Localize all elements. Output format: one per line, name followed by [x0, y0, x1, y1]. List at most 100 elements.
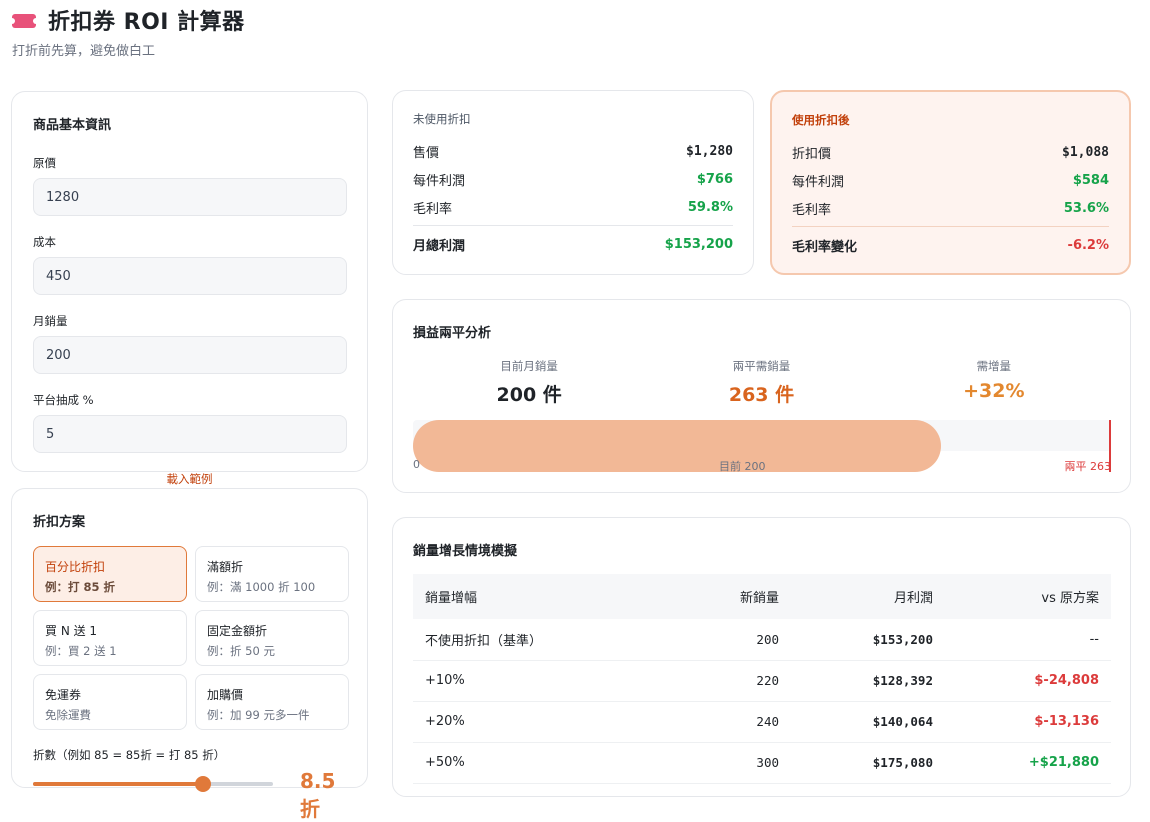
- stat-current-sales: 目前月銷量 200 件: [413, 358, 645, 407]
- row-value: -6.2%: [1067, 237, 1109, 253]
- cost-input[interactable]: [33, 257, 347, 295]
- diff-cell: --: [945, 619, 1111, 661]
- plan-option-name: 買 N 送 1: [45, 624, 98, 638]
- after-row-unit-profit: 每件利潤 $584: [792, 166, 1109, 194]
- table-row: +20% 240 $140,064 $-13,136: [413, 701, 1111, 743]
- monthly-sales-label: 月銷量: [33, 314, 68, 328]
- product-info-title: 商品基本資訊: [33, 118, 112, 133]
- row-value: $153,200: [664, 236, 733, 252]
- slider-value: 8.5 折: [300, 769, 336, 821]
- cost-label: 成本: [33, 235, 56, 249]
- profit-cell: $128,392: [791, 660, 945, 702]
- column-header: 銷量增幅: [413, 574, 663, 619]
- scenario-card: 銷量增長情境模擬 銷量增幅 新銷量 月利潤 vs 原方案 不使用折扣（基準） 2…: [392, 517, 1131, 797]
- table-row: +10% 220 $128,392 $-24,808: [413, 660, 1111, 702]
- divider: [413, 225, 733, 226]
- breakeven-card: 損益兩平分析 目前月銷量 200 件 兩平需銷量 263 件 需增量 +32% …: [392, 299, 1131, 493]
- discount-slider[interactable]: 8.5 折: [33, 769, 346, 821]
- plan-option-name: 免運券: [45, 688, 82, 702]
- column-header: 月利潤: [791, 574, 945, 619]
- plan-option-name: 固定金額折: [207, 624, 268, 638]
- column-header: 新銷量: [663, 574, 791, 619]
- breakeven-stats: 目前月銷量 200 件 兩平需銷量 263 件 需增量 +32%: [413, 358, 1110, 407]
- row-label: 折扣價: [792, 146, 832, 162]
- profit-cell: $153,200: [791, 619, 945, 661]
- plan-option-desc: 例：折 50 元: [207, 644, 275, 658]
- breakeven-progress-bar: 0 目前 200 兩平 263: [413, 420, 1112, 473]
- slider-fill: [33, 782, 203, 786]
- plan-option-name: 滿額折: [207, 560, 244, 574]
- stat-value: +32%: [963, 380, 1025, 402]
- row-value: $766: [696, 171, 733, 187]
- plan-option-desc: 免除運費: [45, 708, 91, 722]
- after-row-margin-change: 毛利率變化 -6.2%: [792, 231, 1109, 259]
- plan-option-threshold[interactable]: 滿額折 例：滿 1000 折 100: [195, 546, 349, 602]
- original-price-label: 原價: [33, 156, 56, 170]
- page-subtitle: 打折前先算，避免做白工: [12, 44, 156, 59]
- discount-rate-label: 折數（例如 85 = 85折 = 打 85 折）: [33, 748, 226, 762]
- column-header: vs 原方案: [945, 574, 1111, 619]
- page-header: 折扣券 ROI 計算器 打折前先算，避免做白工: [9, 4, 245, 59]
- stat-caption: 需增量: [976, 359, 1012, 373]
- plan-option-buy-n-get-1[interactable]: 買 N 送 1 例：買 2 送 1: [33, 610, 187, 666]
- ticket-icon: [9, 14, 39, 28]
- plan-option-fixed-amount[interactable]: 固定金額折 例：折 50 元: [195, 610, 349, 666]
- stat-value: 263 件: [728, 384, 795, 406]
- scenario-title: 銷量增長情境模擬: [413, 544, 518, 559]
- diff-cell: $-13,136: [945, 701, 1111, 743]
- qty-cell: 200: [663, 619, 791, 661]
- progress-fill: [413, 420, 941, 472]
- title-row: 折扣券 ROI 計算器: [9, 4, 245, 36]
- discount-plan-card: 折扣方案 百分比折扣 例：打 85 折 滿額折 例：滿 1000 折 100 買…: [11, 488, 368, 821]
- row-label: 售價: [413, 145, 440, 161]
- plan-option-desc: 例：打 85 折: [45, 580, 116, 594]
- platform-fee-label: 平台抽成 %: [33, 393, 94, 407]
- breakeven-title: 損益兩平分析: [413, 326, 492, 341]
- plan-option-desc: 例：買 2 送 1: [45, 644, 117, 658]
- monthly-sales-input[interactable]: [33, 336, 347, 374]
- before-row-total: 月總利潤 $153,200: [413, 230, 733, 258]
- original-price-input[interactable]: [33, 178, 347, 216]
- row-value: 53.6%: [1063, 200, 1109, 216]
- discount-plan-title: 折扣方案: [33, 515, 86, 530]
- diff-cell: +$21,880: [945, 742, 1111, 784]
- page-title: 折扣券 ROI 計算器: [48, 10, 245, 35]
- plan-option-percentage[interactable]: 百分比折扣 例：打 85 折: [33, 546, 187, 602]
- slider-thumb[interactable]: [195, 776, 211, 792]
- stat-breakeven-sales: 兩平需銷量 263 件: [645, 358, 877, 407]
- plan-option-free-shipping[interactable]: 免運券 免除運費: [33, 674, 187, 730]
- profit-cell: $175,080: [791, 742, 945, 784]
- before-discount-heading: 未使用折扣: [413, 112, 471, 126]
- after-discount-heading: 使用折扣後: [792, 113, 850, 127]
- plan-option-name: 百分比折扣: [45, 560, 106, 574]
- progress-start-label: 0: [413, 458, 420, 471]
- stat-caption: 兩平需銷量: [732, 359, 791, 373]
- progress-end-label: 兩平 263: [1064, 460, 1112, 473]
- row-value: 59.8%: [687, 199, 733, 215]
- before-row-price: 售價 $1,280: [413, 137, 733, 165]
- before-discount-card: 未使用折扣 售價 $1,280 每件利潤 $766 毛利率 59.8% 月總利潤…: [392, 90, 754, 275]
- plan-option-desc: 例：加 99 元多一件: [207, 708, 310, 722]
- after-row-margin: 毛利率 53.6%: [792, 194, 1109, 222]
- growth-cell: 不使用折扣（基準）: [413, 619, 663, 661]
- stat-value: 200 件: [496, 384, 562, 406]
- platform-fee-input[interactable]: [33, 415, 347, 453]
- table-row: 不使用折扣（基準） 200 $153,200 --: [413, 619, 1111, 661]
- plan-options-grid: 百分比折扣 例：打 85 折 滿額折 例：滿 1000 折 100 買 N 送 …: [33, 546, 349, 730]
- progress-current-label: 目前 200: [719, 460, 766, 473]
- table-header-row: 銷量增幅 新銷量 月利潤 vs 原方案: [413, 574, 1111, 619]
- growth-cell: +50%: [413, 742, 663, 784]
- row-label: 毛利率變化: [792, 239, 858, 255]
- before-row-margin: 毛利率 59.8%: [413, 193, 733, 221]
- scenario-table: 銷量增幅 新銷量 月利潤 vs 原方案 不使用折扣（基準） 200 $153,2…: [413, 574, 1111, 784]
- load-example-button[interactable]: 載入範例: [33, 471, 346, 487]
- plan-option-add-on[interactable]: 加購價 例：加 99 元多一件: [195, 674, 349, 730]
- before-row-unit-profit: 每件利潤 $766: [413, 165, 733, 193]
- row-label: 毛利率: [413, 201, 453, 217]
- row-label: 每件利潤: [792, 174, 845, 190]
- row-value: $584: [1072, 172, 1109, 188]
- qty-cell: 300: [663, 742, 791, 784]
- product-info-card: 商品基本資訊 原價 成本 月銷量 平台抽成 % 載入範例: [11, 91, 368, 486]
- row-label: 毛利率: [792, 202, 832, 218]
- after-discount-card: 使用折扣後 折扣價 $1,088 每件利潤 $584 毛利率 53.6% 毛利率…: [770, 90, 1131, 275]
